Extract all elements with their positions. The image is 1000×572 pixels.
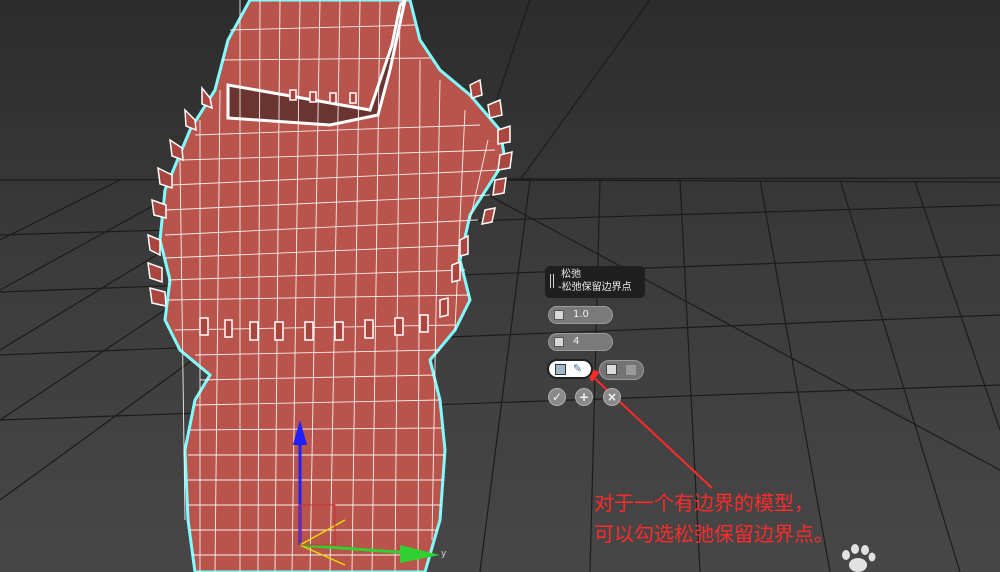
caddy-drag-grip-icon[interactable] xyxy=(550,274,554,288)
watermark-paw-icon xyxy=(842,544,876,572)
caddy-subtitle: -松弛保留边界点 xyxy=(558,282,632,293)
relax-amount-spinner[interactable]: 1.0 xyxy=(548,306,613,324)
ground-grid xyxy=(0,0,1000,572)
ok-button[interactable]: ✓ xyxy=(548,388,566,406)
relax-amount-value: 1.0 xyxy=(573,309,589,320)
iterations-icon xyxy=(554,337,564,347)
relaxed-mesh-model[interactable] xyxy=(147,0,513,572)
annotation-line-2: 可以勾选松弛保留边界点。 xyxy=(594,522,834,546)
relax-amount-icon xyxy=(554,310,564,320)
3d-viewport[interactable]: y 松弛 -松弛保留边界点 1.0 4 ✎ ✓ + × 对于一个有边界的模型， … xyxy=(0,0,1000,572)
keep-boundary-points-toggle[interactable]: ✎ xyxy=(547,359,593,379)
relax-iterations-value: 4 xyxy=(573,336,580,347)
brush-icon: ✎ xyxy=(573,362,583,375)
viewport-scene[interactable] xyxy=(0,0,1000,572)
save-outer-corners-toggle[interactable] xyxy=(599,360,644,380)
relax-iterations-spinner[interactable]: 4 xyxy=(548,333,613,351)
annotation-line-1: 对于一个有边界的模型， xyxy=(594,491,814,515)
caddy-title-panel[interactable]: 松弛 -松弛保留边界点 xyxy=(545,266,645,298)
caddy-title: 松弛 xyxy=(561,269,581,280)
keep-boundary-icon xyxy=(555,364,566,375)
gizmo-y-label: y xyxy=(441,549,447,559)
save-outer-corners-icon xyxy=(606,364,617,375)
apply-continue-button[interactable]: + xyxy=(575,388,593,406)
cancel-button[interactable]: × xyxy=(603,388,621,406)
save-outer-corners-off-icon xyxy=(626,365,636,375)
